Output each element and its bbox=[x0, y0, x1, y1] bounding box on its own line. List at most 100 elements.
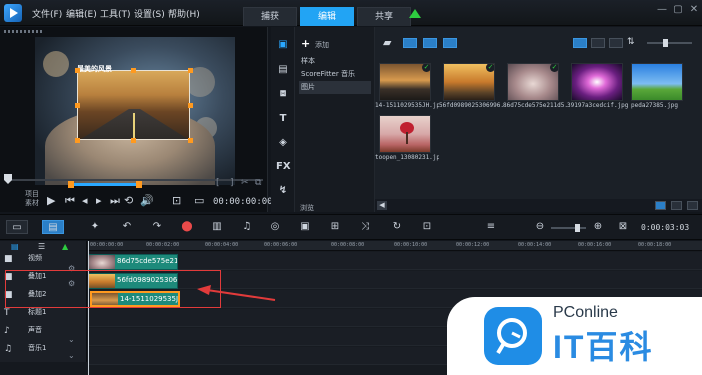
scroll-left-icon[interactable]: ◀ bbox=[377, 201, 387, 210]
show-video-icon[interactable] bbox=[403, 38, 417, 48]
sort-icon[interactable]: ⇅ bbox=[627, 37, 635, 47]
zoom-in-icon[interactable]: ⊕ bbox=[592, 220, 604, 234]
media-thumbnail[interactable]: ✓ bbox=[443, 63, 495, 101]
music-track-icon[interactable]: ♫ bbox=[4, 344, 12, 354]
folder-samples[interactable]: 样本 bbox=[299, 55, 371, 68]
browse-button[interactable]: 浏览 bbox=[300, 203, 314, 213]
media-thumbnail[interactable]: ✓ bbox=[379, 63, 431, 101]
add-track-icon[interactable]: ▲ bbox=[62, 242, 68, 251]
sound-mixer-icon[interactable]: ▥ bbox=[210, 220, 224, 234]
transition-icon[interactable]: ⧈ bbox=[276, 87, 290, 101]
folder-icon[interactable]: ▰ bbox=[383, 36, 391, 49]
thumb-size-knob[interactable] bbox=[663, 39, 668, 47]
tools-icon[interactable]: ✦ bbox=[88, 220, 102, 234]
show-photo-icon[interactable] bbox=[423, 38, 437, 48]
zoom-slider[interactable] bbox=[551, 227, 586, 229]
trim-in-handle[interactable] bbox=[68, 181, 74, 188]
record-icon[interactable]: ⬤ bbox=[180, 220, 194, 234]
menu-settings[interactable]: 设置(S) bbox=[134, 7, 165, 20]
minimize-icon[interactable]: — bbox=[654, 3, 670, 17]
voice-track-icon[interactable]: ♪ bbox=[4, 326, 10, 336]
title-track-icon[interactable]: T bbox=[4, 308, 10, 318]
media-thumbnail[interactable] bbox=[631, 63, 683, 101]
scrubber-thumb[interactable] bbox=[4, 174, 12, 184]
time-remap-icon[interactable]: ⤨ bbox=[358, 220, 372, 234]
media-thumbnail[interactable] bbox=[379, 115, 431, 153]
thumbnail-view-icon[interactable] bbox=[573, 38, 587, 48]
loop-icon[interactable]: ↻ bbox=[390, 220, 404, 234]
clip-mode-label[interactable]: 素材 bbox=[25, 199, 39, 208]
split-icon[interactable]: ✂ bbox=[241, 178, 249, 188]
folder-scorefitter[interactable]: ScoreFitter 音乐 bbox=[299, 68, 371, 81]
multi-camera-icon[interactable]: ⊞ bbox=[328, 220, 342, 234]
menu-file[interactable]: 文件(F) bbox=[32, 7, 62, 20]
library-edit-icon[interactable] bbox=[687, 201, 698, 210]
upload-arrow-icon[interactable] bbox=[409, 9, 421, 18]
end-icon[interactable]: ⏭ bbox=[110, 195, 120, 207]
track-settings-icon[interactable]: ⌄ bbox=[68, 351, 75, 360]
play-icon[interactable]: ▶ bbox=[47, 195, 55, 207]
zoom-out-icon[interactable]: ⊖ bbox=[534, 220, 546, 234]
play-mode-selector[interactable]: 项目 素材 bbox=[25, 190, 39, 208]
track-manager-icon[interactable]: ≡ bbox=[484, 220, 498, 234]
tab-capture[interactable]: 捕获 bbox=[243, 7, 297, 26]
filter-icon[interactable]: FX bbox=[276, 160, 291, 174]
media-icon[interactable]: ▣ bbox=[276, 38, 290, 52]
trim-out-handle[interactable] bbox=[136, 181, 142, 188]
prev-frame-icon[interactable]: ◂ bbox=[82, 195, 88, 207]
fit-project-icon[interactable]: ⊠ bbox=[616, 220, 630, 234]
next-frame-icon[interactable]: ▸ bbox=[96, 195, 102, 207]
video-track[interactable] bbox=[88, 252, 702, 270]
media-thumbnail[interactable]: ✓ bbox=[507, 63, 559, 101]
mark-out-icon[interactable]: ] bbox=[230, 178, 234, 188]
menu-edit[interactable]: 编辑(E) bbox=[66, 7, 97, 20]
timeline-ruler[interactable]: 00:00:00:00 00:00:02:00 00:00:04:00 00:0… bbox=[88, 241, 702, 251]
close-icon[interactable]: ✕ bbox=[686, 3, 702, 17]
track-settings-icon[interactable]: ⌄ bbox=[68, 335, 75, 344]
storyboard-view-icon[interactable]: ▭ bbox=[6, 220, 28, 234]
panel-grip[interactable] bbox=[4, 30, 44, 33]
zoom-knob[interactable] bbox=[575, 224, 580, 232]
library-options-icon[interactable] bbox=[671, 201, 682, 210]
hd-icon[interactable]: ⊡ bbox=[172, 195, 181, 207]
details-view-icon[interactable] bbox=[609, 38, 623, 48]
timeline-scroll-left[interactable] bbox=[0, 362, 87, 375]
show-audio-icon[interactable] bbox=[443, 38, 457, 48]
add-folder-icon[interactable]: + bbox=[301, 37, 310, 50]
scrubber-bar[interactable] bbox=[5, 179, 263, 181]
aspect-icon[interactable]: ▭ bbox=[194, 195, 204, 207]
tab-edit[interactable]: 编辑 bbox=[300, 7, 354, 26]
motion-path-icon[interactable]: ↯ bbox=[276, 184, 290, 198]
maximize-icon[interactable]: ▢ bbox=[670, 3, 686, 17]
menu-tools[interactable]: 工具(T) bbox=[100, 7, 131, 20]
menu-help[interactable]: 帮助(H) bbox=[168, 7, 200, 20]
list-view-icon[interactable] bbox=[591, 38, 605, 48]
player-timecode[interactable]: 00:00:00:00 bbox=[213, 197, 273, 207]
video-clip[interactable]: 86d75cde575e211d5 bbox=[88, 254, 178, 270]
motion-tracking-icon[interactable]: ◎ bbox=[268, 220, 282, 234]
graphics-icon[interactable]: ◈ bbox=[276, 136, 290, 150]
track-header-view-icon[interactable]: ▤ bbox=[11, 242, 19, 251]
repeat-icon[interactable]: ⟲ bbox=[124, 195, 133, 207]
mark-in-icon[interactable]: [ bbox=[216, 178, 220, 188]
video-preview[interactable]: 最美的风景 bbox=[35, 37, 235, 185]
subtitle-icon[interactable]: ▣ bbox=[298, 220, 312, 234]
mask-icon[interactable]: ⊡ bbox=[420, 220, 434, 234]
track-list-icon[interactable]: ☰ bbox=[38, 242, 45, 251]
redo-icon[interactable]: ↷ bbox=[150, 220, 164, 234]
instant-project-icon[interactable]: ▤ bbox=[276, 63, 290, 77]
add-folder-label[interactable]: 添加 bbox=[315, 40, 329, 50]
title-icon[interactable]: T bbox=[276, 112, 290, 126]
thumb-size-slider[interactable] bbox=[647, 42, 692, 44]
project-mode-label[interactable]: 项目 bbox=[25, 190, 39, 199]
enlarge-icon[interactable]: ⧉ bbox=[255, 178, 261, 188]
timeline-view-icon[interactable]: ▤ bbox=[42, 220, 64, 234]
folder-pictures[interactable]: 图片 bbox=[299, 81, 371, 94]
timeline-timecode[interactable]: 0:00:03:03 bbox=[641, 223, 689, 232]
library-view-icon[interactable] bbox=[655, 201, 666, 210]
volume-icon[interactable]: 🔊 bbox=[140, 195, 154, 207]
video-track-icon[interactable]: ■ bbox=[4, 254, 13, 264]
tab-share[interactable]: 共享 bbox=[357, 7, 411, 26]
home-icon[interactable]: ⏮ bbox=[65, 195, 75, 207]
media-thumbnail[interactable] bbox=[571, 63, 623, 101]
